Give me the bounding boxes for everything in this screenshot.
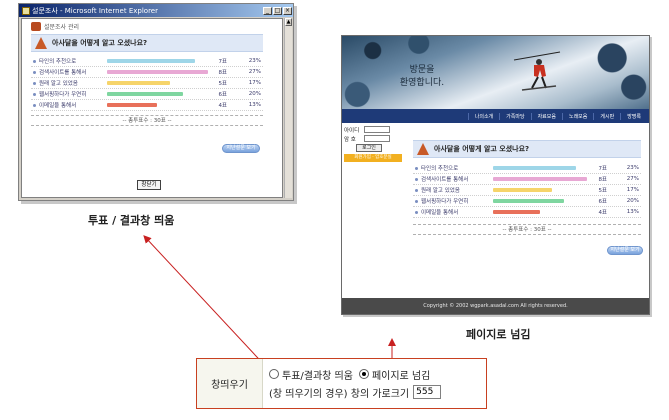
option-label: 창띄우기 bbox=[197, 359, 263, 408]
option-controls: 투표/결과창 띄움 페이지로 넘김 (창 띄우기의 경우) 창의 가로크기 bbox=[263, 359, 486, 408]
arrow-to-popup bbox=[143, 235, 271, 372]
popup-option-box: 창띄우기 투표/결과창 띄움 페이지로 넘김 (창 띄우기의 경우) 창의 가로… bbox=[196, 358, 487, 409]
radio-page[interactable] bbox=[358, 369, 369, 379]
radio-popup-label[interactable]: 투표/결과창 띄움 bbox=[282, 367, 353, 382]
width-input[interactable] bbox=[413, 385, 442, 399]
radio-popup[interactable] bbox=[269, 369, 279, 379]
width-label: (창 띄우기의 경우) 창의 가로크기 bbox=[269, 388, 410, 400]
radio-page-label[interactable]: 페이지로 넘김 bbox=[372, 367, 430, 382]
connector-arrows bbox=[143, 235, 396, 372]
